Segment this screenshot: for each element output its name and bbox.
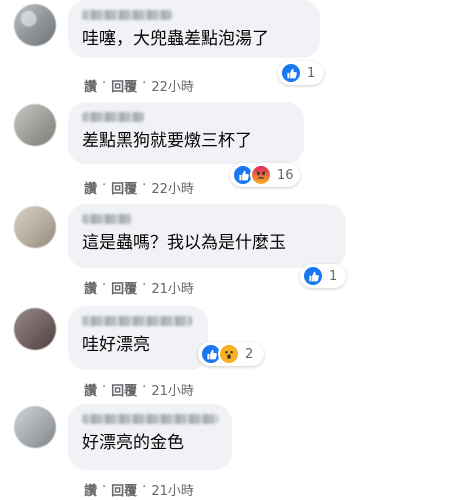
avatar[interactable] [14, 308, 56, 350]
separator: · [102, 480, 107, 495]
reaction-count: 16 [277, 167, 294, 183]
separator: · [142, 278, 147, 293]
avatar[interactable] [14, 4, 56, 46]
avatar[interactable] [14, 406, 56, 448]
comment-text: 差點黑狗就要燉三杯了 [82, 131, 252, 151]
separator: · [102, 278, 107, 293]
like-link[interactable]: 讚 [84, 178, 97, 197]
separator: · [102, 380, 107, 395]
timestamp[interactable]: 21小時 [151, 380, 194, 399]
comment-text: 這是蟲嗎？我以為是什麼玉 [82, 233, 286, 253]
reaction-count: 1 [307, 65, 316, 81]
separator: · [142, 178, 147, 193]
comment-actions: 讚 · 回覆 · 21小時 [84, 480, 194, 499]
comment-bubble: 這是蟲嗎？我以為是什麼玉 [68, 204, 346, 268]
separator: · [142, 76, 147, 91]
separator: · [142, 480, 147, 495]
reaction-summary[interactable]: 1 [300, 264, 346, 288]
comment-text: 哇噻，大兜蟲差點泡湯了 [82, 29, 269, 49]
timestamp[interactable]: 22小時 [151, 76, 194, 95]
comment-text: 哇好漂亮 [82, 335, 150, 355]
separator: · [102, 76, 107, 91]
avatar[interactable] [14, 104, 56, 146]
author-name-blurred[interactable] [82, 10, 172, 20]
comment-actions: 讚 · 回覆 · 21小時 [84, 278, 194, 297]
author-name-blurred[interactable] [82, 214, 132, 224]
separator: · [142, 380, 147, 395]
comment-bubble: 哇好漂亮 [68, 306, 208, 370]
like-icon [302, 265, 324, 287]
author-name-blurred[interactable] [82, 414, 218, 424]
reaction-summary[interactable]: 1 [278, 61, 324, 85]
reply-link[interactable]: 回覆 [111, 480, 137, 499]
like-link[interactable]: 讚 [84, 76, 97, 95]
reaction-summary[interactable]: 16 [230, 163, 300, 187]
like-link[interactable]: 讚 [84, 278, 97, 297]
comment-actions: 讚 · 回覆 · 22小時 [84, 178, 194, 197]
timestamp[interactable]: 21小時 [151, 480, 194, 499]
reply-link[interactable]: 回覆 [111, 380, 137, 399]
comment-text: 好漂亮的金色 [82, 433, 184, 453]
reaction-summary[interactable]: 2 [198, 342, 264, 366]
comment-actions: 讚 · 回覆 · 22小時 [84, 76, 194, 95]
author-name-blurred[interactable] [82, 316, 192, 326]
comment-actions: 讚 · 回覆 · 21小時 [84, 380, 194, 399]
reply-link[interactable]: 回覆 [111, 178, 137, 197]
author-name-blurred[interactable] [82, 112, 144, 122]
like-link[interactable]: 讚 [84, 380, 97, 399]
angry-icon [250, 164, 272, 186]
reaction-count: 1 [329, 268, 338, 284]
comment-bubble: 哇噻，大兜蟲差點泡湯了 [68, 0, 320, 58]
wow-icon [218, 343, 240, 365]
like-icon [280, 62, 302, 84]
separator: · [102, 178, 107, 193]
comment-bubble: 差點黑狗就要燉三杯了 [68, 102, 304, 164]
reaction-count: 2 [245, 346, 254, 362]
avatar[interactable] [14, 206, 56, 248]
comment-bubble: 好漂亮的金色 [68, 404, 232, 470]
reply-link[interactable]: 回覆 [111, 278, 137, 297]
like-link[interactable]: 讚 [84, 480, 97, 499]
timestamp[interactable]: 21小時 [151, 278, 194, 297]
reply-link[interactable]: 回覆 [111, 76, 137, 95]
timestamp[interactable]: 22小時 [151, 178, 194, 197]
